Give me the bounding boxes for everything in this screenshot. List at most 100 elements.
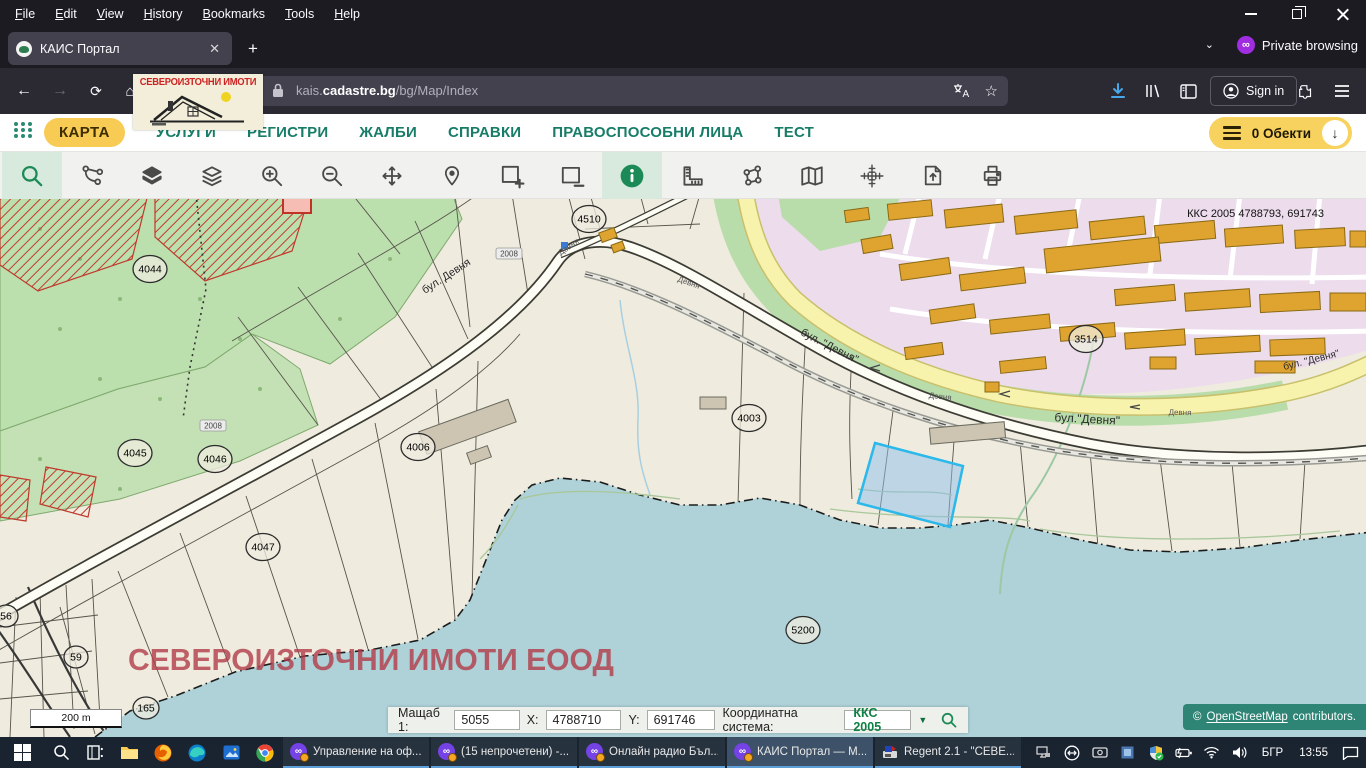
location-tool-button[interactable] [422, 152, 482, 199]
topology-tool-button[interactable] [62, 152, 122, 199]
menu-bookmarks[interactable]: Bookmarks [194, 3, 275, 25]
crs-dropdown-arrow-icon[interactable]: ▼ [918, 715, 927, 725]
tray-security-shield-icon[interactable] [1144, 737, 1168, 768]
tray-volume-icon[interactable] [1228, 737, 1252, 768]
tab-kais-portal[interactable]: КАИС Портал ✕ [8, 32, 232, 65]
window-controls [1228, 0, 1366, 28]
sidebar-icon[interactable] [1177, 80, 1199, 102]
crs-label: Координатна система: [722, 706, 837, 734]
minimize-button[interactable] [1228, 0, 1274, 28]
tab-close-icon[interactable]: ✕ [205, 39, 224, 59]
url-bar[interactable]: kais.cadastre.bg/bg/Map/Index A ☆ [150, 76, 1008, 106]
export-tool-button[interactable] [902, 152, 962, 199]
menu-help[interactable]: Help [325, 3, 369, 25]
taskbar-window-3[interactable]: ∞ Онлайн радио Бъл... [579, 737, 725, 768]
pan-tool-button[interactable] [362, 152, 422, 199]
tray-device-icon[interactable] [1032, 737, 1056, 768]
chrome-icon[interactable] [248, 737, 282, 768]
layers-solid-tool-button[interactable] [122, 152, 182, 199]
list-tabs-chevron-icon[interactable]: ⌄ [1205, 38, 1214, 51]
copyright-icon: © [1193, 711, 1201, 723]
tray-wifi-icon[interactable] [1200, 737, 1224, 768]
map-toolbar [0, 152, 1366, 199]
axes-tool-button[interactable] [842, 152, 902, 199]
rect-subtract-tool-button[interactable] [542, 152, 602, 199]
downloads-icon[interactable] [1107, 80, 1129, 102]
search-tool-button[interactable] [2, 152, 62, 199]
objects-download-button[interactable]: ↓ [1322, 120, 1348, 146]
task-view-button[interactable] [78, 737, 112, 768]
photos-app-icon[interactable] [214, 737, 248, 768]
lock-icon[interactable] [272, 83, 284, 103]
nav-karta-active[interactable]: КАРТА [44, 118, 125, 147]
agency-house-icon [146, 88, 250, 126]
scale-input[interactable]: 5055 [454, 710, 519, 730]
close-button[interactable] [1320, 0, 1366, 28]
tray-clock[interactable]: 13:55 [1293, 747, 1334, 759]
objects-pill[interactable]: 0 Обекти ↓ [1209, 117, 1352, 149]
close-icon [1337, 8, 1349, 20]
taskbar-window-4-active[interactable]: ∞ КАИС Портал — M... [727, 737, 873, 768]
layers-tool-button[interactable] [182, 152, 242, 199]
bookmark-star-icon[interactable]: ☆ [985, 82, 998, 100]
nav-pravosposobni-litsa[interactable]: ПРАВОСПОСОБНИ ЛИЦА [552, 124, 743, 141]
taskbar-search-button[interactable] [44, 737, 78, 768]
info-tool-button[interactable] [602, 152, 662, 199]
nav-zhalbi[interactable]: ЖАЛБИ [359, 124, 417, 141]
tray-app-icon[interactable] [1116, 737, 1140, 768]
firefox-icon[interactable] [146, 737, 180, 768]
svg-text:3514: 3514 [1074, 334, 1098, 346]
crs-select[interactable]: ККС 2005 [844, 710, 911, 730]
taskbar-window-1[interactable]: ∞ Управление на оф... [283, 737, 429, 768]
action-center-icon[interactable] [1338, 737, 1362, 768]
taskbar-window-5[interactable]: Regent 2.1 - "СЕВЕ... [875, 737, 1021, 768]
apps-grid-icon[interactable] [12, 119, 34, 146]
menu-tools[interactable]: Tools [276, 3, 323, 25]
y-input[interactable]: 691746 [647, 710, 716, 730]
app-menu-hamburger-icon[interactable] [1331, 80, 1353, 102]
svg-text:4510: 4510 [577, 214, 601, 226]
svg-text:2008: 2008 [204, 422, 222, 431]
file-explorer-icon[interactable] [112, 737, 146, 768]
measure-tool-button[interactable] [662, 152, 722, 199]
reload-button[interactable]: ⟳ [85, 80, 107, 102]
svg-text:59: 59 [70, 652, 82, 664]
objects-menu-icon [1223, 123, 1241, 143]
taskbar-window-2[interactable]: ∞ (15 непрочетени) -... [431, 737, 577, 768]
menu-history[interactable]: History [135, 3, 192, 25]
x-input[interactable]: 4788710 [546, 710, 622, 730]
tray-language[interactable]: БГР [1256, 747, 1289, 759]
menu-file[interactable]: File [6, 3, 44, 25]
nav-spravki[interactable]: СПРАВКИ [448, 124, 521, 141]
rect-add-tool-button[interactable] [482, 152, 542, 199]
windows-taskbar: ∞ Управление на оф... ∞ (15 непрочетени)… [0, 737, 1366, 768]
extensions-puzzle-icon[interactable] [1294, 80, 1316, 102]
menu-edit[interactable]: Edit [46, 3, 86, 25]
back-button[interactable]: ← [13, 80, 35, 102]
tray-snip-icon[interactable] [1088, 737, 1112, 768]
sign-in-button[interactable]: Sign in [1210, 76, 1297, 106]
forward-button[interactable]: → [49, 80, 71, 102]
new-tab-button[interactable]: + [240, 36, 266, 62]
library-icon[interactable] [1142, 80, 1164, 102]
map-tool-button[interactable] [782, 152, 842, 199]
share-tool-button[interactable] [722, 152, 782, 199]
start-button[interactable] [0, 737, 44, 768]
menu-view[interactable]: View [88, 3, 133, 25]
svg-text:5200: 5200 [791, 625, 815, 637]
system-tray: БГР 13:55 [1032, 737, 1366, 768]
zoom-in-tool-button[interactable] [242, 152, 302, 199]
print-tool-button[interactable] [962, 152, 1022, 199]
translate-icon[interactable]: A [953, 83, 971, 99]
tray-power-icon[interactable] [1172, 737, 1196, 768]
restore-button[interactable] [1274, 0, 1320, 28]
osm-link[interactable]: OpenStreetMap [1207, 711, 1288, 723]
scale-label: Мащаб 1: [398, 706, 447, 734]
tray-meet-now-icon[interactable] [1060, 737, 1084, 768]
rect-add-icon [499, 163, 525, 189]
nav-test[interactable]: ТЕСТ [774, 124, 814, 141]
map-viewport[interactable]: 2008 2008 бул. Девня бул. "Девня" бул."Д… [0, 199, 1366, 737]
edge-icon[interactable] [180, 737, 214, 768]
zoom-out-tool-button[interactable] [302, 152, 362, 199]
status-search-icon[interactable] [940, 710, 958, 730]
